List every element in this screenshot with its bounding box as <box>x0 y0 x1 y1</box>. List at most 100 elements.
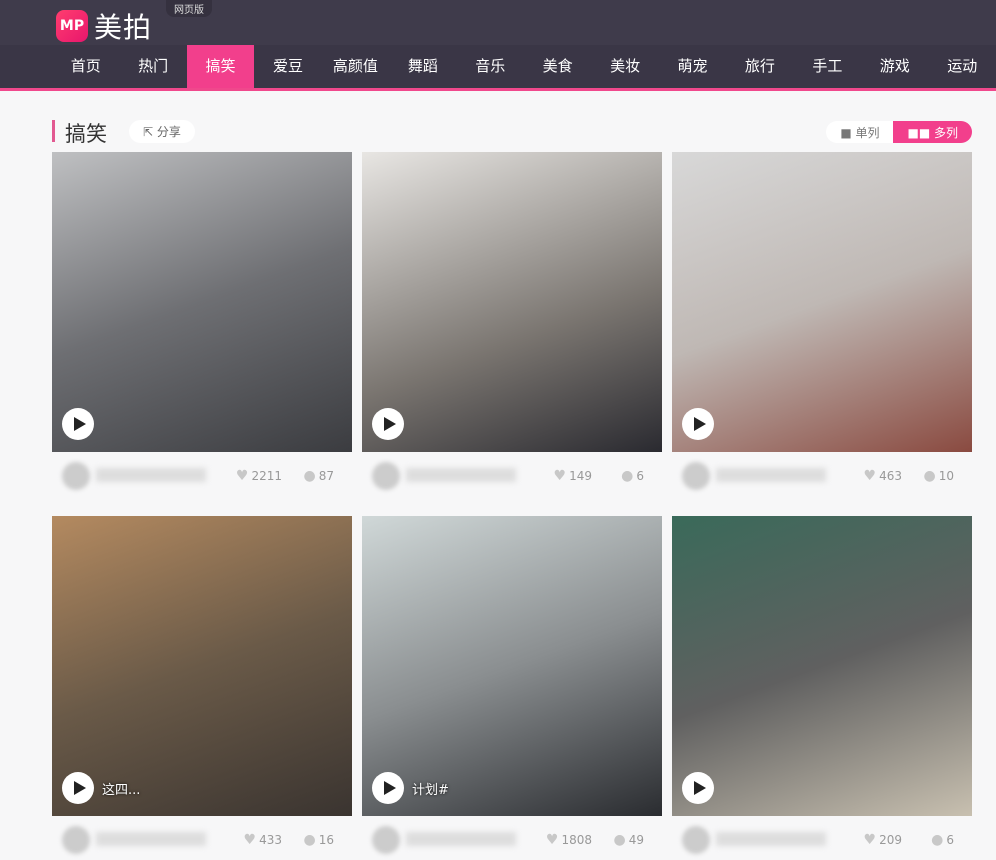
nav-item[interactable]: 热门 <box>119 45 186 88</box>
share-icon: ⇱ <box>143 125 157 139</box>
video-thumbnail[interactable]: 计划# <box>362 516 662 816</box>
author-name[interactable] <box>716 468 826 482</box>
share-button[interactable]: ⇱ 分享 <box>129 120 195 143</box>
play-icon[interactable] <box>62 772 94 804</box>
single-icon: ■ <box>840 126 856 140</box>
avatar[interactable] <box>372 826 400 854</box>
play-icon[interactable] <box>682 408 714 440</box>
comment-icon: ● <box>621 468 634 484</box>
comment-count[interactable]: ● 6 <box>621 468 644 484</box>
nav-item[interactable]: 手工 <box>794 45 861 88</box>
nav-item[interactable]: 音乐 <box>457 45 524 88</box>
comment-count[interactable]: ● 49 <box>614 832 645 848</box>
video-card[interactable]: ♥ 2211 ● 87 <box>52 152 352 496</box>
logo-badge: MP <box>56 10 88 42</box>
multi-label: 多列 <box>933 126 958 140</box>
nav-item[interactable]: 旅行 <box>726 45 793 88</box>
comment-icon: ● <box>923 468 936 484</box>
avatar[interactable] <box>682 462 710 490</box>
video-card[interactable]: 这四... ♥ 433 ● 16 <box>52 516 352 860</box>
play-icon[interactable] <box>62 408 94 440</box>
comments-value: 6 <box>946 833 954 847</box>
heart-icon: ♥ <box>863 832 877 848</box>
heart-icon: ♥ <box>553 468 567 484</box>
video-card[interactable]: ♥ 209 ● 6 <box>672 516 972 860</box>
play-icon[interactable] <box>372 408 404 440</box>
like-count[interactable]: ♥ 2211 <box>236 468 282 484</box>
title-accent-bar <box>52 120 55 142</box>
nav-item[interactable]: 游戏 <box>861 45 928 88</box>
header: MP 美拍 网页版 <box>0 0 996 45</box>
author-name[interactable] <box>406 468 516 482</box>
author-name[interactable] <box>406 832 516 846</box>
comments-value: 16 <box>318 833 334 847</box>
heart-icon: ♥ <box>243 832 257 848</box>
author-name[interactable] <box>96 468 206 482</box>
video-card[interactable]: ♥ 463 ● 10 <box>672 152 972 496</box>
comment-count[interactable]: ● 87 <box>304 468 335 484</box>
nav-item[interactable]: 高颜值 <box>322 45 389 88</box>
multi-icon: ■■ <box>907 126 934 140</box>
video-thumbnail[interactable] <box>672 516 972 816</box>
likes-value: 1808 <box>561 833 592 847</box>
video-card[interactable]: ♥ 149 ● 6 <box>362 152 662 496</box>
view-single-button[interactable]: ■ 单列 <box>826 121 894 143</box>
likes-value: 433 <box>259 833 282 847</box>
comment-icon: ● <box>613 832 626 848</box>
nav-item[interactable]: 美食 <box>524 45 591 88</box>
logo[interactable]: MP 美拍 <box>56 6 152 46</box>
like-count[interactable]: ♥ 433 <box>244 832 282 848</box>
video-caption: 计划# <box>412 783 449 798</box>
avatar[interactable] <box>62 462 90 490</box>
video-card[interactable]: 计划# ♥ 1808 ● 49 <box>362 516 662 860</box>
logo-text: 美拍 <box>94 11 153 44</box>
video-thumbnail[interactable] <box>362 152 662 452</box>
video-caption: 这四... <box>102 783 141 798</box>
comment-count[interactable]: ● 10 <box>924 468 955 484</box>
nav-item[interactable]: 萌宠 <box>659 45 726 88</box>
section-title: 搞笑 <box>65 122 107 146</box>
comments-value: 87 <box>318 469 334 483</box>
nav-item[interactable]: 美妆 <box>591 45 658 88</box>
author-name[interactable] <box>716 832 826 846</box>
comments-value: 6 <box>636 469 644 483</box>
share-label: 分享 <box>156 125 181 139</box>
comment-icon: ● <box>931 832 944 848</box>
comment-icon: ● <box>303 468 316 484</box>
nav-item[interactable]: 搞笑 <box>186 45 255 88</box>
avatar[interactable] <box>682 826 710 854</box>
likes-value: 149 <box>569 469 592 483</box>
like-count[interactable]: ♥ 209 <box>864 832 902 848</box>
heart-icon: ♥ <box>863 468 877 484</box>
play-icon[interactable] <box>372 772 404 804</box>
like-count[interactable]: ♥ 1808 <box>546 832 592 848</box>
likes-value: 463 <box>879 469 902 483</box>
view-multi-button[interactable]: ■■ 多列 <box>893 121 972 143</box>
author-name[interactable] <box>96 832 206 846</box>
comment-count[interactable]: ● 6 <box>931 832 954 848</box>
nav-item[interactable]: 首页 <box>52 45 119 88</box>
comment-count[interactable]: ● 16 <box>304 832 335 848</box>
comments-value: 49 <box>628 833 644 847</box>
video-thumbnail[interactable]: 这四... <box>52 516 352 816</box>
likes-value: 2211 <box>251 469 282 483</box>
video-thumbnail[interactable] <box>52 152 352 452</box>
avatar[interactable] <box>62 826 90 854</box>
single-label: 单列 <box>855 126 880 140</box>
comment-icon: ● <box>303 832 316 848</box>
comments-value: 10 <box>938 469 954 483</box>
web-version-tag: 网页版 <box>166 0 212 17</box>
nav-item[interactable]: 爱豆 <box>254 45 321 88</box>
nav-item[interactable]: 运动 <box>928 45 995 88</box>
like-count[interactable]: ♥ 463 <box>864 468 902 484</box>
heart-icon: ♥ <box>235 468 249 484</box>
likes-value: 209 <box>879 833 902 847</box>
video-thumbnail[interactable] <box>672 152 972 452</box>
nav-item[interactable]: 舞蹈 <box>389 45 456 88</box>
avatar[interactable] <box>372 462 400 490</box>
play-icon[interactable] <box>682 772 714 804</box>
view-toggle: ■ 单列 ■■ 多列 <box>826 121 972 143</box>
category-nav: 首页 热门 搞笑 爱豆 高颜值 舞蹈 音乐 美食 美妆 萌宠 旅行 手工 游戏 运动 <box>0 45 996 91</box>
heart-icon: ♥ <box>545 832 559 848</box>
like-count[interactable]: ♥ 149 <box>554 468 592 484</box>
